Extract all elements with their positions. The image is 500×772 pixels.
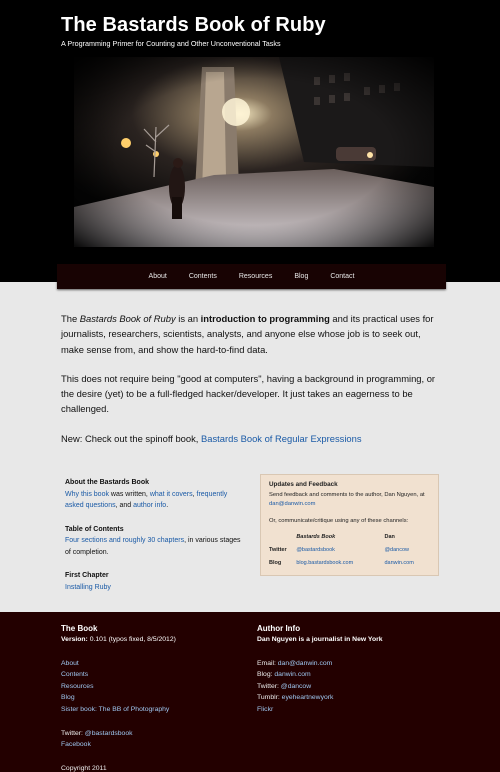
twitter-label: Twitter: [61,729,85,737]
footer-tumblr-link[interactable]: eyeheartnewyork [282,694,334,701]
nav-blog[interactable]: Blog [283,273,319,280]
footer-link-about[interactable]: About [61,658,241,670]
what-covers-link[interactable]: what it covers [150,491,193,498]
channels-text: Or, communicate/critique using any of th… [269,518,409,524]
about-text-segment: was written, [108,490,150,498]
footer-blog-link[interactable]: danwin.com [274,671,310,678]
regex-book-link[interactable]: Bastards Book of Regular Expressions [201,433,362,444]
footer-link-resources[interactable]: Resources [61,681,241,693]
book-info-column: About the Bastards Book Why this book wa… [65,477,245,605]
intro-text: The Bastards Book of Ruby is an introduc… [61,311,441,460]
row-label: Blog [269,560,282,566]
table-cell: @dancow [384,544,430,557]
toc-link[interactable]: Four sections and roughly 30 chapters [65,537,184,544]
intro-emphasis: introduction to programming [200,313,330,324]
updates-text: Send feedback and comments to the author… [269,492,425,498]
footer-author-twitter: Twitter: @dancow [257,681,457,693]
hero-image [74,57,434,247]
toc-heading: Table of Contents [65,525,124,533]
version-value: 0.101 (typos fixed, 8/5/2012) [87,636,176,643]
intro-text-segment: The [61,313,80,324]
about-text-segment: , and [115,502,134,509]
book-title: Bastards Book of Ruby [79,313,176,324]
table-cell: @bastardsbook [296,544,384,557]
first-chapter-block: First Chapter Installing Ruby [65,570,245,593]
updates-heading: Updates and Feedback [269,481,338,488]
about-heading: About the Bastards Book [65,479,150,486]
footer-book-heading: The Book [61,624,98,633]
footer-author-column: Author Info Dan Nguyen is a journalist i… [257,624,457,716]
about-block: About the Bastards Book Why this book wa… [65,477,245,512]
footer-book-column: The Book Version: 0.101 (typos fixed, 8/… [61,624,241,772]
intro-paragraph-3: New: Check out the spinoff book, Bastard… [61,431,441,446]
footer-author-heading: Author Info [257,624,301,633]
intro-paragraph-1: The Bastards Book of Ruby is an introduc… [61,311,441,357]
table-cell: danwin.com [384,557,430,570]
table-row: Blog blog.bastardsbook.com danwin.com [269,557,430,570]
footer-link-blog[interactable]: Blog [61,692,241,704]
footer-author-twitter-link[interactable]: @dancow [281,683,311,690]
footer-twitter-link[interactable]: @bastardsbook [85,730,133,737]
footer-email: Email: dan@danwin.com [257,658,457,670]
dan-twitter-link[interactable]: @dancow [384,547,409,553]
footer-author-sub: Dan Nguyen is a journalist in New York [257,636,383,643]
author-info-link[interactable]: author info [133,502,166,509]
why-link[interactable]: Why this book [65,491,109,498]
footer-flickr-link[interactable]: Flickr [257,704,457,716]
footer-tumblr: Tumblr: eyeheartnewyork [257,692,457,704]
table-header-book: Bastards Book [296,534,336,540]
footer-link-contents[interactable]: Contents [61,669,241,681]
site-tagline: A Programming Primer for Counting and Ot… [61,39,281,48]
dan-blog-link[interactable]: danwin.com [384,560,413,566]
bastardsbook-twitter-link[interactable]: @bastardsbook [296,547,335,553]
footer-email-link[interactable]: dan@danwin.com [278,660,333,667]
nav-resources[interactable]: Resources [228,273,283,280]
footer-facebook-link[interactable]: Facebook [61,739,241,751]
intro-paragraph-2: This does not require being "good at com… [61,372,436,415]
footer-blog: Blog: danwin.com [257,669,457,681]
toc-text: Four sections and roughly 30 chapters, i… [65,535,245,558]
footer-version: Version: 0.101 (typos fixed, 8/5/2012) [61,634,241,646]
twitter-label: Twitter: [257,682,281,690]
email-label: Email: [257,659,278,667]
site-title[interactable]: The Bastards Book of Ruby [61,14,326,37]
channels-table: Bastards Book Dan Twitter @bastardsbook … [269,531,430,570]
table-header-empty [269,531,296,544]
site-header: The Bastards Book of Ruby A Programming … [0,0,500,282]
nav-about[interactable]: About [138,273,178,280]
blog-label: Blog: [257,671,275,679]
table-row: Twitter @bastardsbook @dancow [269,544,430,557]
version-label: Version: [61,636,88,643]
table-header-dan: Dan [384,534,395,540]
intro-text-segment: New: Check out the spinoff book, [61,432,202,444]
about-text: Why this book was written, what it cover… [65,489,245,512]
table-cell: blog.bastardsbook.com [296,557,384,570]
about-text-segment: . [166,502,169,509]
main-nav: About Contents Resources Blog Contact [57,264,446,289]
site-footer: The Book Version: 0.101 (typos fixed, 8/… [0,612,500,772]
updates-feedback-box: Updates and Feedback Send feedback and c… [260,474,439,576]
installing-ruby-link[interactable]: Installing Ruby [65,584,111,591]
tumblr-label: Tumblr: [257,694,282,702]
footer-link-sister-book[interactable]: Sister book: The BB of Photography [61,704,241,716]
intro-text-segment: is an [175,313,201,324]
row-label: Twitter [269,547,287,553]
bastardsbook-blog-link[interactable]: blog.bastardsbook.com [296,560,353,566]
first-chapter-heading: First Chapter [65,572,109,579]
footer-twitter: Twitter: @bastardsbook [61,728,241,740]
copyright: Copyright 2011 [61,764,107,772]
nav-contents[interactable]: Contents [178,273,228,280]
toc-block: Table of Contents Four sections and roug… [65,524,245,559]
author-email-link[interactable]: dan@danwin.com [269,501,316,507]
table-header-row: Bastards Book Dan [269,531,430,544]
nav-contact[interactable]: Contact [319,273,365,280]
